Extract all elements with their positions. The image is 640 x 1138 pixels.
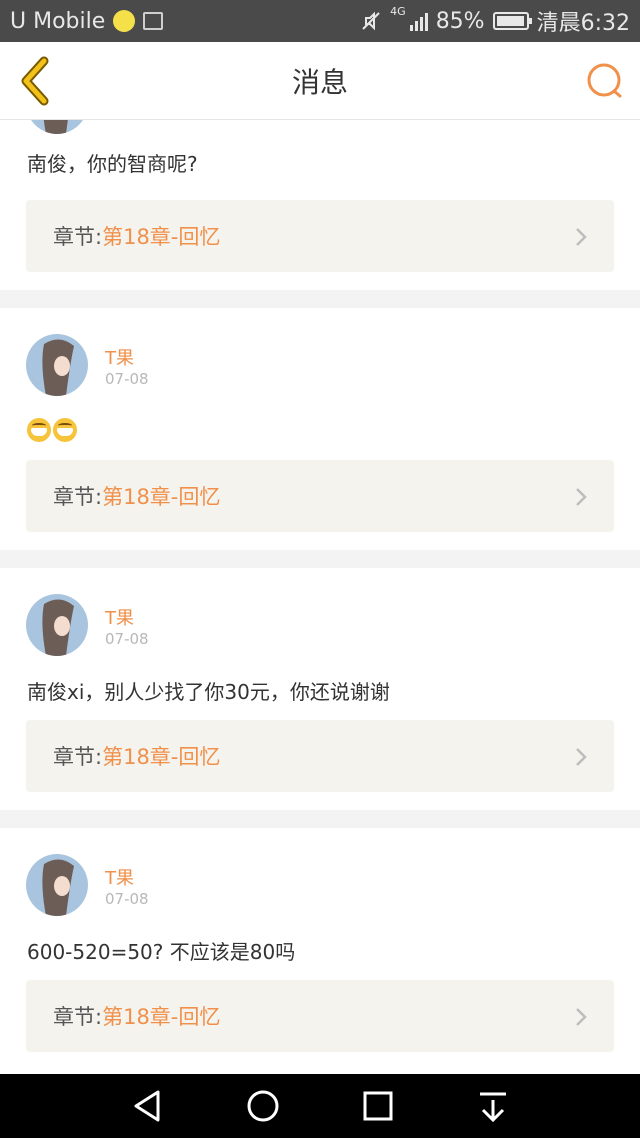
signal-icon <box>409 11 428 31</box>
recents-square-icon[interactable] <box>360 1088 396 1124</box>
system-nav-bar <box>0 1074 640 1138</box>
message-date: 07-08 <box>105 630 149 648</box>
user-name[interactable]: T果 <box>105 604 134 630</box>
carrier-label: U Mobile <box>10 8 106 34</box>
chevron-right-icon <box>576 748 587 766</box>
message-list[interactable]: 南俊，你的智商呢? 章节: 第18章-回忆 T果 07-08 章节: 第18章-… <box>0 120 640 1074</box>
user-name[interactable]: T果 <box>105 344 134 370</box>
chapter-link[interactable]: 章节: 第18章-回忆 <box>26 980 614 1052</box>
clock: 清晨6:32 <box>536 11 630 36</box>
grin-emoji-icon <box>27 417 51 442</box>
message-card: 南俊，你的智商呢? 章节: 第18章-回忆 <box>0 120 640 290</box>
message-date: 07-08 <box>105 370 149 388</box>
message-card: T果 07-08 600-520=50? 不应该是80吗 章节: 第18章-回忆 <box>0 828 640 1074</box>
chapter-link[interactable]: 章节: 第18章-回忆 <box>26 200 614 272</box>
battery-icon <box>492 12 532 30</box>
message-text <box>27 416 79 442</box>
chapter-label: 章节: <box>53 225 103 249</box>
battery-percent: 85% <box>435 8 485 34</box>
chevron-right-icon <box>576 488 587 506</box>
message-text: 600-520=50? 不应该是80吗 <box>27 940 296 964</box>
network-type-label: 4G <box>390 5 406 18</box>
mute-icon <box>362 11 380 31</box>
grin-emoji-icon <box>53 417 77 442</box>
message-date: 07-08 <box>105 890 149 908</box>
message-text: 南俊xi，别人少找了你30元，你还说谢谢 <box>27 680 390 704</box>
avatar[interactable] <box>26 334 88 396</box>
back-triangle-icon[interactable] <box>130 1088 166 1124</box>
avatar[interactable] <box>26 120 88 134</box>
chevron-left-icon[interactable] <box>14 56 58 106</box>
message-card: T果 07-08 南俊xi，别人少找了你30元，你还说谢谢 章节: 第18章-回… <box>0 568 640 810</box>
chapter-name: 第18章-回忆 <box>102 225 221 249</box>
chapter-label: 章节: <box>53 1005 103 1029</box>
chapter-name: 第18章-回忆 <box>102 485 221 509</box>
header-bar: 消息 <box>0 42 640 120</box>
avatar[interactable] <box>26 594 88 656</box>
chapter-label: 章节: <box>53 745 103 769</box>
chapter-name: 第18章-回忆 <box>102 745 221 769</box>
chapter-link[interactable]: 章节: 第18章-回忆 <box>26 460 614 532</box>
home-circle-icon[interactable] <box>245 1088 281 1124</box>
page-title: 消息 <box>291 65 348 99</box>
status-bar: U Mobile 4G 85% 清晨6:32 <box>0 0 640 42</box>
search-icon[interactable] <box>586 62 624 100</box>
message-card: T果 07-08 章节: 第18章-回忆 <box>0 308 640 550</box>
chapter-label: 章节: <box>53 485 103 509</box>
image-notification-icon <box>143 12 164 30</box>
chapter-name: 第18章-回忆 <box>102 1005 221 1029</box>
avatar[interactable] <box>26 854 88 916</box>
message-text: 南俊，你的智商呢? <box>27 152 198 176</box>
chapter-link[interactable]: 章节: 第18章-回忆 <box>26 720 614 792</box>
chevron-right-icon <box>576 228 587 246</box>
chevron-right-icon <box>576 1008 587 1026</box>
snapchat-icon <box>113 10 136 32</box>
user-name[interactable]: T果 <box>105 864 134 890</box>
notification-pull-icon[interactable] <box>475 1088 511 1124</box>
